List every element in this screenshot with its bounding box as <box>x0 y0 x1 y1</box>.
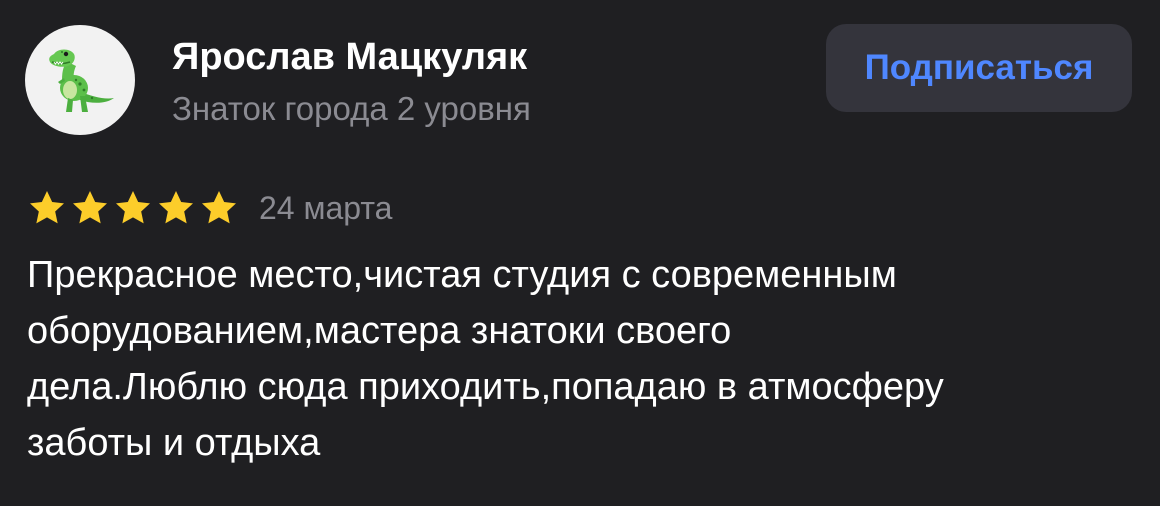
star-icon <box>159 191 193 224</box>
rating-stars <box>27 188 239 228</box>
review-text-line: оборудованием,мастера знатоки своего <box>27 310 732 352</box>
review-text: Прекрасное место,чистая студия с совреме… <box>27 247 1127 471</box>
review-text-line: Прекрасное место,чистая студия с совреме… <box>27 254 897 296</box>
author-level: Знаток города 2 уровня <box>172 90 531 127</box>
dinosaur-icon <box>49 49 114 112</box>
star-icon <box>202 191 236 224</box>
rating-row: 24 марта <box>27 183 392 233</box>
review-card: Ярослав Мацкуляк Знаток города 2 уровня … <box>0 0 1160 506</box>
star-icon <box>73 191 107 224</box>
star-icon <box>30 191 64 224</box>
subscribe-button[interactable]: Подписаться <box>826 24 1132 112</box>
review-text-line: заботы и отдыха <box>27 422 321 464</box>
review-date: 24 марта <box>259 189 393 226</box>
author-name[interactable]: Ярослав Мацкуляк <box>172 36 527 79</box>
avatar[interactable] <box>25 25 135 135</box>
star-icon <box>116 191 150 224</box>
review-text-line: дела.Люблю сюда приходить,попадаю в атмо… <box>27 366 944 408</box>
